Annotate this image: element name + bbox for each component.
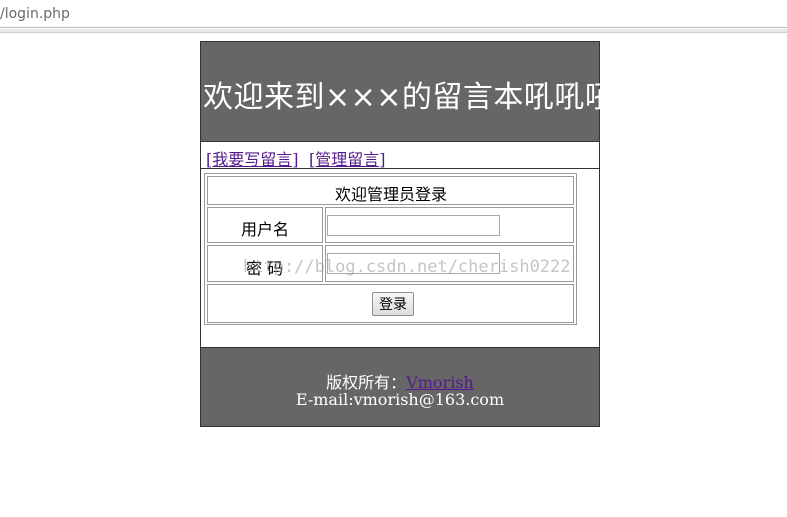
watermark: http://blog.csdn.net/cherish0222 <box>243 257 571 277</box>
manage-messages-link[interactable]: [管理留言] <box>309 146 386 170</box>
guestbook-page: 欢迎来到×××的留言本吼吼吼 [我要写留言] [管理留言] 欢迎管理员登录 用户… <box>200 41 615 427</box>
email-line: E-mail:vmorish@163.com <box>295 390 505 409</box>
username-input-cell <box>325 207 574 243</box>
page-header: 欢迎来到×××的留言本吼吼吼 <box>201 42 615 142</box>
toolbar-divider <box>0 29 787 33</box>
username-input[interactable] <box>327 215 500 236</box>
login-button[interactable]: 登录 <box>372 292 414 316</box>
nav-bar: [我要写留言] [管理留言] <box>201 142 599 169</box>
submit-cell: 登录 <box>207 284 574 323</box>
login-table: 欢迎管理员登录 用户名 密 码 登录 <box>204 173 577 325</box>
login-heading-cell: 欢迎管理员登录 <box>207 176 574 205</box>
address-url[interactable]: /login.php <box>0 6 70 22</box>
page-footer: 版权所有：Vmorish E-mail:vmorish@163.com <box>201 347 599 426</box>
login-heading: 欢迎管理员登录 <box>335 185 448 204</box>
page-title: 欢迎来到×××的留言本吼吼吼 <box>203 80 616 115</box>
username-label: 用户名 <box>241 220 290 239</box>
username-label-cell: 用户名 <box>207 207 323 243</box>
address-bar[interactable]: /login.php <box>0 0 787 28</box>
write-message-link[interactable]: [我要写留言] <box>206 146 299 170</box>
